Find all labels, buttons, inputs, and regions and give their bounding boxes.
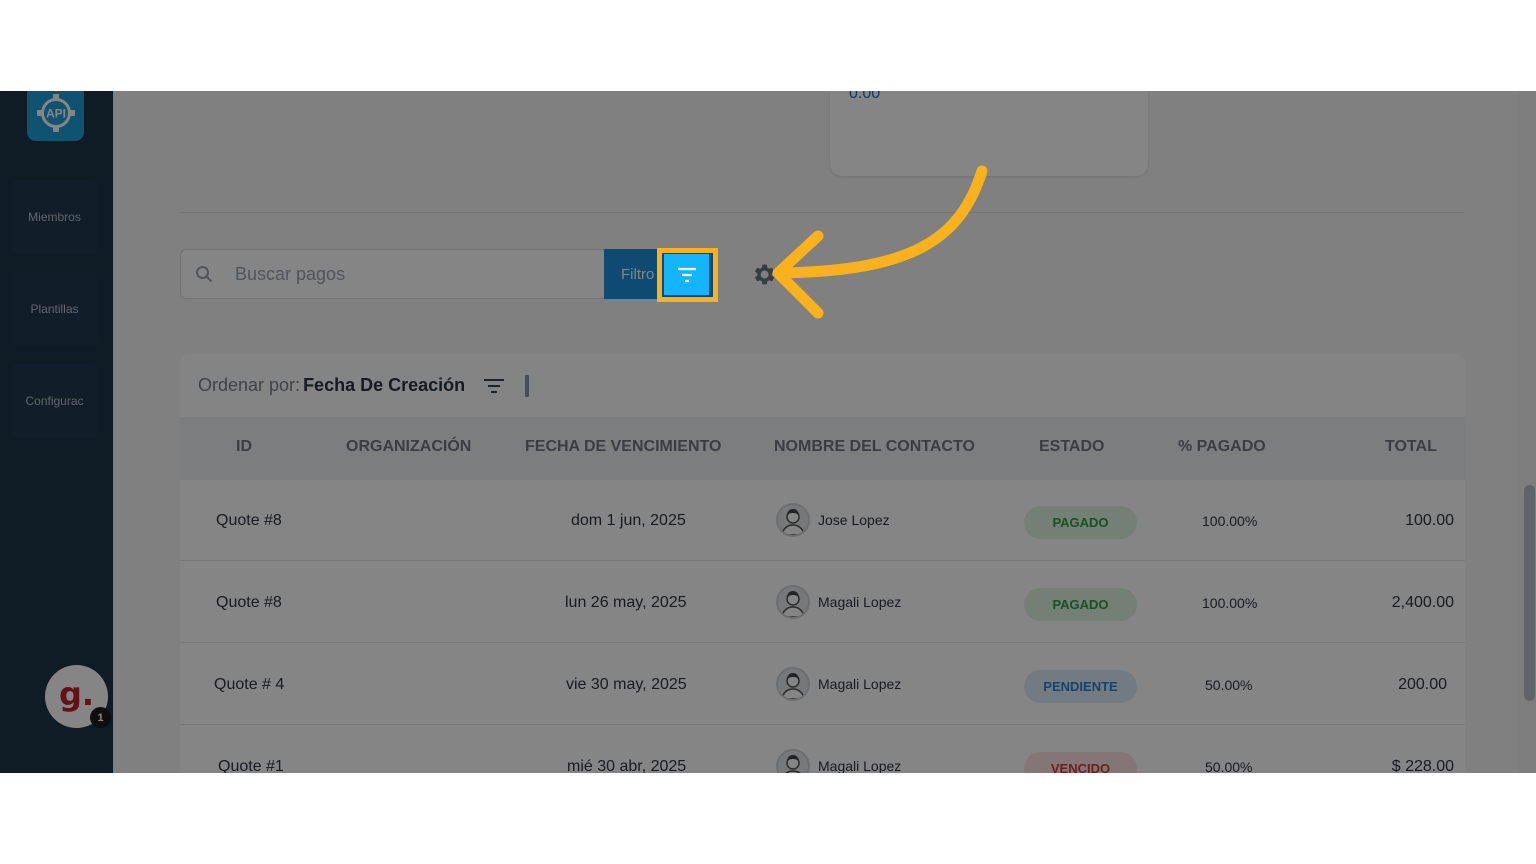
highlight-box	[657, 248, 718, 302]
app-screen: API Miembros Plantillas Configurac g. 1 …	[0, 91, 1536, 773]
arrow-annotation-icon	[772, 165, 988, 319]
